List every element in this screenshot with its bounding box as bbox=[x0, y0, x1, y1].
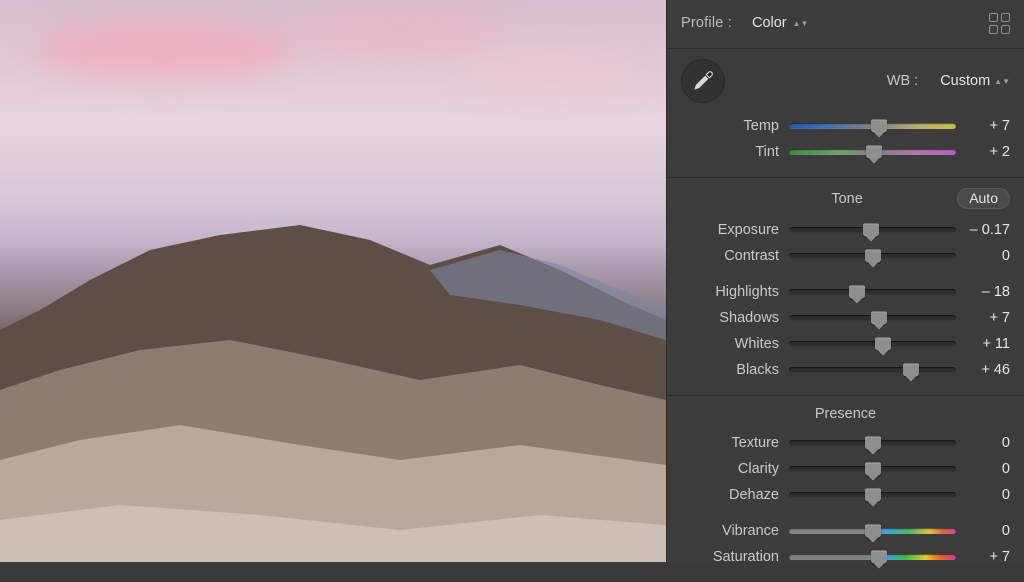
blacks-value[interactable]: + 46 bbox=[956, 362, 1010, 378]
tone-title: Tone bbox=[681, 191, 957, 207]
profile-dropdown[interactable]: Color bbox=[752, 15, 787, 31]
slider-thumb[interactable] bbox=[866, 146, 882, 159]
profile-browser-icon[interactable] bbox=[989, 13, 1010, 34]
slider-thumb[interactable] bbox=[903, 364, 919, 377]
slider-thumb[interactable] bbox=[865, 463, 881, 476]
exposure-label: Exposure bbox=[681, 222, 789, 238]
presence-section: Presence Texture 0 Clarity 0 Dehaze 0 Vibra… bbox=[667, 396, 1024, 582]
contrast-value[interactable]: 0 bbox=[956, 248, 1010, 264]
slider-thumb[interactable] bbox=[871, 312, 887, 325]
temp-slider[interactable] bbox=[789, 123, 956, 129]
tone-section: Tone Auto Exposure – 0.17 Contrast 0 Highl… bbox=[667, 178, 1024, 396]
vibrance-value[interactable]: 0 bbox=[956, 523, 1010, 539]
temp-slider-row: Temp + 7 bbox=[681, 113, 1010, 139]
whites-slider[interactable] bbox=[789, 341, 956, 347]
slider-thumb[interactable] bbox=[871, 120, 887, 133]
blacks-label: Blacks bbox=[681, 362, 789, 378]
temp-label: Temp bbox=[681, 118, 789, 134]
white-balance-picker-button[interactable] bbox=[681, 59, 725, 103]
cloud bbox=[300, 10, 500, 55]
slider-thumb[interactable] bbox=[875, 338, 891, 351]
shadows-label: Shadows bbox=[681, 310, 789, 326]
temp-value[interactable]: + 7 bbox=[956, 118, 1010, 134]
dehaze-slider[interactable] bbox=[789, 492, 956, 498]
white-balance-section: WB : Custom ▲▼ Temp + 7 Tint + 2 bbox=[667, 49, 1024, 178]
saturation-label: Saturation bbox=[681, 549, 789, 565]
slider-thumb[interactable] bbox=[865, 525, 881, 538]
slider-thumb[interactable] bbox=[849, 286, 865, 299]
eyedropper-icon bbox=[690, 68, 716, 94]
exposure-value[interactable]: – 0.17 bbox=[956, 222, 1010, 238]
texture-value[interactable]: 0 bbox=[956, 435, 1010, 451]
mountain-ridge bbox=[0, 210, 666, 562]
tint-label: Tint bbox=[681, 144, 789, 160]
profile-section: Profile : Color ▲▼ bbox=[667, 0, 1024, 49]
auto-button[interactable]: Auto bbox=[957, 188, 1010, 209]
blacks-slider[interactable] bbox=[789, 367, 956, 373]
tint-slider[interactable] bbox=[789, 149, 956, 155]
profile-label: Profile : bbox=[681, 15, 732, 31]
slider-thumb[interactable] bbox=[865, 437, 881, 450]
texture-slider[interactable] bbox=[789, 440, 956, 446]
cloud bbox=[35, 20, 295, 80]
highlights-value[interactable]: – 18 bbox=[956, 284, 1010, 300]
saturation-value[interactable]: + 7 bbox=[956, 549, 1010, 565]
saturation-slider[interactable] bbox=[789, 554, 956, 560]
stepper-icon[interactable]: ▲▼ bbox=[994, 79, 1010, 84]
whites-value[interactable]: + 11 bbox=[956, 336, 1010, 352]
tint-value[interactable]: + 2 bbox=[956, 144, 1010, 160]
dehaze-value[interactable]: 0 bbox=[956, 487, 1010, 503]
wb-dropdown[interactable]: Custom bbox=[940, 73, 990, 89]
shadows-slider[interactable] bbox=[789, 315, 956, 321]
exposure-slider[interactable] bbox=[789, 227, 956, 233]
develop-panel: Profile : Color ▲▼ WB : Custom ▲▼ Temp +… bbox=[666, 0, 1024, 562]
whites-label: Whites bbox=[681, 336, 789, 352]
wb-label: WB : bbox=[887, 73, 918, 89]
highlights-label: Highlights bbox=[681, 284, 789, 300]
highlights-slider[interactable] bbox=[789, 289, 956, 295]
dehaze-label: Dehaze bbox=[681, 487, 789, 503]
clarity-value[interactable]: 0 bbox=[956, 461, 1010, 477]
contrast-slider[interactable] bbox=[789, 253, 956, 259]
image-preview[interactable] bbox=[0, 0, 666, 562]
stepper-icon[interactable]: ▲▼ bbox=[793, 21, 809, 26]
slider-thumb[interactable] bbox=[865, 489, 881, 502]
shadows-value[interactable]: + 7 bbox=[956, 310, 1010, 326]
cloud bbox=[460, 50, 640, 100]
vibrance-slider[interactable] bbox=[789, 528, 956, 534]
slider-thumb[interactable] bbox=[863, 224, 879, 237]
texture-label: Texture bbox=[681, 435, 789, 451]
vibrance-label: Vibrance bbox=[681, 523, 789, 539]
slider-thumb[interactable] bbox=[865, 250, 881, 263]
tint-slider-row: Tint + 2 bbox=[681, 139, 1010, 165]
clarity-label: Clarity bbox=[681, 461, 789, 477]
clarity-slider[interactable] bbox=[789, 466, 956, 472]
contrast-label: Contrast bbox=[681, 248, 789, 264]
presence-title: Presence bbox=[681, 406, 1010, 422]
